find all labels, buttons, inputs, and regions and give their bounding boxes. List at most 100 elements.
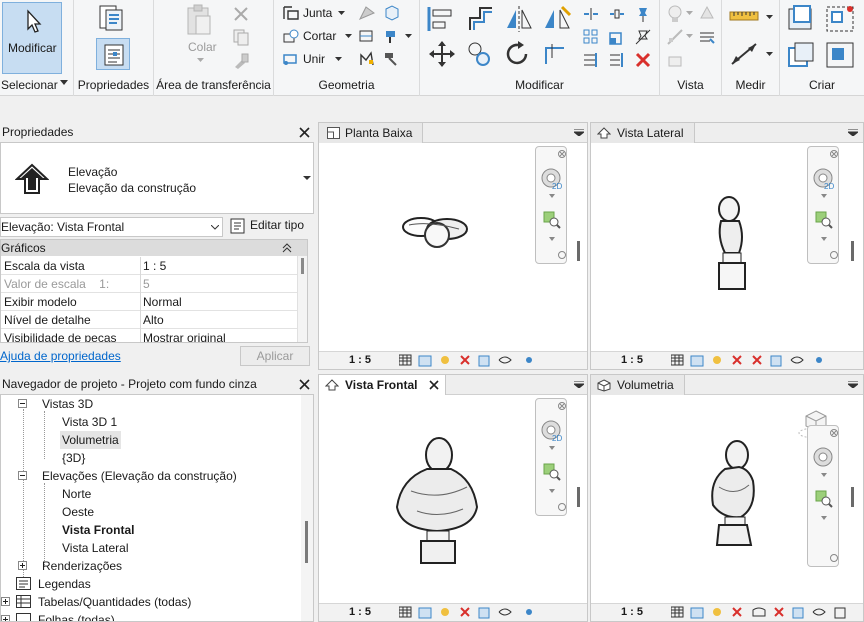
demolish-icon[interactable] — [358, 51, 376, 67]
steering-wheel-icon[interactable] — [812, 446, 836, 470]
collapse-minus-icon[interactable] — [18, 399, 27, 408]
navbar-zoom-chevron-down-icon[interactable] — [549, 237, 555, 241]
tree-item-side-view[interactable]: Vista Lateral — [62, 539, 129, 557]
viewport-scrollbar[interactable] — [577, 487, 580, 507]
expand-plus-icon[interactable] — [18, 561, 27, 570]
navbar-scroll-icon[interactable] — [558, 503, 566, 511]
mirror-draw-axis-icon[interactable] — [542, 4, 572, 34]
view-scale[interactable]: 1 : 5 — [349, 606, 371, 618]
zoom-region-icon[interactable] — [543, 463, 561, 481]
viewport-tab[interactable]: Volumetria — [591, 375, 685, 395]
close-icon[interactable] — [299, 127, 310, 138]
split-face-icon[interactable] — [383, 5, 401, 21]
viewport-front-view[interactable]: Vista Frontal 2D 1 : 5 — [318, 374, 588, 622]
prop-value[interactable]: 1 : 5 — [143, 257, 166, 275]
navbar-zoom-chevron-down-icon[interactable] — [821, 237, 827, 241]
instance-filter-chevron-down-icon[interactable] — [211, 225, 219, 230]
tree-toggle-minus[interactable] — [18, 467, 28, 485]
viewport-floor-plan[interactable]: Planta Baixa 2D 1 : 5 — [318, 122, 588, 370]
trim-extend-multiple-icon[interactable] — [608, 51, 626, 69]
tree-item-3d-view-1[interactable]: Vista 3D 1 — [62, 413, 117, 431]
navbar-zoom-chevron-down-icon[interactable] — [821, 516, 827, 520]
tree-item-3d-views[interactable]: Vistas 3D — [42, 395, 93, 413]
view-scale[interactable]: 1 : 5 — [621, 606, 643, 618]
align-icon[interactable] — [426, 4, 456, 34]
properties-scrollbar[interactable] — [297, 256, 307, 342]
create-assembly-icon[interactable] — [786, 4, 818, 34]
collapse-chevron-up-icon[interactable] — [282, 243, 292, 253]
view-chevron-down-icon[interactable] — [686, 11, 693, 16]
navbar-chevron-down-icon[interactable] — [821, 194, 827, 198]
trim-extend-corner-icon[interactable] — [542, 40, 570, 68]
union-chevron-down-icon[interactable] — [335, 57, 342, 62]
view-chevron-down-2-icon[interactable] — [686, 34, 693, 39]
viewport-menu-chevron-icon[interactable] — [848, 129, 858, 136]
navigation-bar[interactable]: 2D — [535, 146, 567, 264]
tree-item-north[interactable]: Norte — [62, 485, 91, 503]
view-control-icons[interactable] — [671, 606, 857, 620]
viewport-menu-chevron-icon[interactable] — [574, 381, 584, 388]
close-icon[interactable] — [558, 150, 566, 158]
apply-button[interactable]: Aplicar — [240, 346, 310, 366]
navbar-zoom-chevron-down-icon[interactable] — [549, 489, 555, 493]
navbar-scroll-icon[interactable] — [830, 554, 838, 562]
match-type-icon[interactable] — [232, 52, 250, 70]
copy-element-icon[interactable] — [466, 40, 494, 68]
properties-help-link[interactable]: Ajuda de propriedades — [0, 349, 121, 363]
measure-chevron-down-icon[interactable] — [766, 15, 773, 20]
hide-in-view-icon[interactable] — [698, 28, 716, 46]
override-graphics-icon[interactable] — [698, 4, 716, 22]
union-label[interactable]: Unir — [303, 52, 325, 66]
split-element-icon[interactable] — [582, 5, 600, 23]
navigation-bar[interactable]: 2D — [535, 398, 567, 516]
unpin-icon[interactable] — [634, 28, 652, 46]
collapse-minus-icon[interactable] — [18, 471, 27, 480]
tree-toggle-minus[interactable] — [18, 395, 28, 413]
wall-joins-icon[interactable] — [358, 28, 376, 44]
navigation-bar[interactable] — [807, 425, 839, 567]
prop-row-detail-level[interactable]: Nível de detalhe Alto — [1, 311, 297, 329]
cope-icon[interactable] — [358, 5, 376, 21]
zoom-region-icon[interactable] — [815, 211, 833, 229]
zoom-region-icon[interactable] — [815, 490, 833, 508]
navbar-scroll-icon[interactable] — [830, 251, 838, 259]
view-control-icons[interactable] — [399, 606, 571, 620]
create-parts-icon[interactable] — [786, 40, 818, 70]
cut-chevron-down-icon[interactable] — [345, 34, 352, 39]
join-label[interactable]: Junta — [303, 6, 332, 20]
join-icon[interactable] — [282, 5, 300, 21]
tree-item-volumetria[interactable]: Volumetria — [60, 431, 121, 449]
tree-item-front-view[interactable]: Vista Frontal — [62, 521, 134, 539]
viewport-scrollbar[interactable] — [851, 241, 854, 261]
prop-value[interactable]: Alto — [143, 311, 164, 329]
chevron-down-icon[interactable] — [60, 80, 68, 86]
cut-geometry-icon[interactable] — [282, 28, 300, 44]
viewport-scrollbar[interactable] — [851, 487, 854, 507]
navbar-scroll-icon[interactable] — [558, 251, 566, 259]
expand-plus-icon[interactable] — [1, 615, 10, 622]
navbar-chevron-down-icon[interactable] — [549, 194, 555, 198]
view-scale[interactable]: 1 : 5 — [349, 354, 371, 366]
cut-label[interactable]: Cortar — [303, 29, 336, 43]
section-graphics[interactable]: Gráficos — [1, 240, 307, 256]
viewport-side-view[interactable]: Vista Lateral 2D 1 : 5 — [590, 122, 864, 370]
close-icon[interactable] — [558, 402, 566, 410]
viewport-scrollbar[interactable] — [577, 241, 580, 261]
tree-item-renderings[interactable]: Renderizações — [42, 557, 122, 575]
view-control-icons[interactable] — [671, 354, 857, 368]
view-scale[interactable]: 1 : 5 — [621, 354, 643, 366]
trim-extend-single-icon[interactable] — [582, 51, 600, 69]
cut-scissors-icon[interactable] — [232, 5, 250, 23]
navbar-chevron-down-icon[interactable] — [549, 446, 555, 450]
viewport-tab[interactable]: Vista Lateral — [591, 123, 695, 143]
modify-button[interactable]: Modificar — [2, 2, 62, 74]
tree-item-sheets[interactable]: Folhas (todas) — [38, 611, 115, 621]
type-selector-chevron-down-icon[interactable] — [303, 176, 311, 181]
create-group-icon[interactable] — [824, 4, 856, 34]
split-gap-icon[interactable] — [608, 5, 626, 23]
prop-value[interactable]: Mostrar original — [143, 329, 226, 342]
tree-item-3d-default[interactable]: {3D} — [62, 449, 85, 467]
close-icon[interactable] — [830, 150, 838, 158]
lightbulb-icon[interactable] — [666, 4, 684, 24]
pin-icon[interactable] — [634, 5, 652, 23]
